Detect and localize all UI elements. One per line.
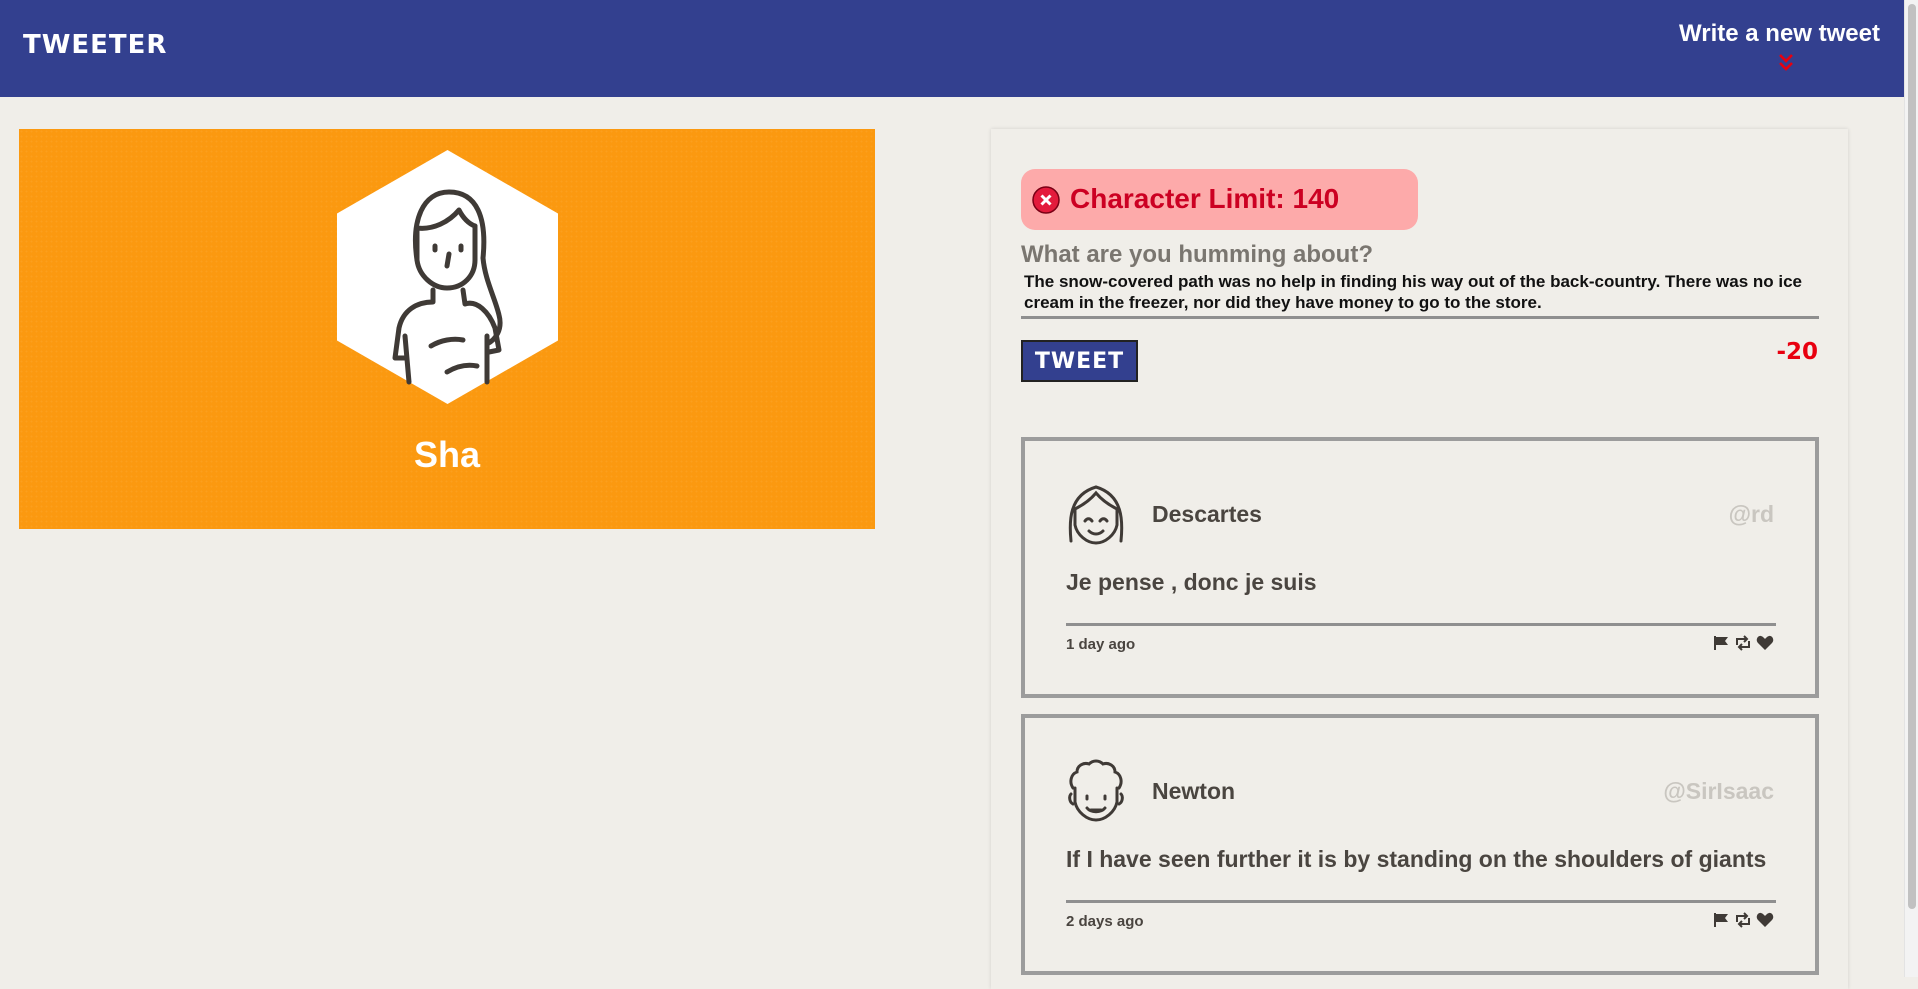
feed-panel: Character Limit: 140 What are you hummin… — [991, 129, 1848, 989]
flag-icon[interactable] — [1712, 912, 1730, 928]
error-x-icon — [1032, 186, 1060, 214]
retweet-icon[interactable] — [1734, 635, 1752, 651]
error-message: Character Limit: 140 — [1070, 183, 1340, 214]
tweet-author-handle[interactable]: @rd — [1729, 501, 1774, 528]
tweet-card: Descartes @rd Je pense , donc je suis 1 … — [1021, 437, 1819, 698]
tweet-content: Je pense , donc je suis — [1066, 569, 1317, 595]
page-scrollbar[interactable] — [1904, 0, 1918, 977]
tweet-author-handle[interactable]: @SirIsaac — [1663, 778, 1774, 805]
retweet-icon[interactable] — [1734, 912, 1752, 928]
tweet-button[interactable]: TWEET — [1021, 340, 1138, 382]
brand-logo[interactable]: TWEETER — [23, 30, 167, 60]
scrollbar-thumb[interactable] — [1908, 4, 1916, 909]
tweet-actions — [1712, 912, 1774, 928]
character-counter: -20 — [1776, 339, 1818, 365]
heart-icon[interactable] — [1756, 912, 1774, 928]
tweet-text-input[interactable] — [1021, 271, 1819, 319]
tweet-content: If I have seen further it is by standing… — [1066, 846, 1767, 872]
compose-prompt: What are you humming about? — [1021, 241, 1373, 268]
curly-hair-face-icon — [1068, 759, 1124, 822]
bob-hair-face-icon — [1068, 485, 1124, 545]
top-nav: TWEETER Write a new tweet — [0, 0, 1904, 97]
flag-icon[interactable] — [1712, 635, 1730, 651]
double-chevron-down-icon[interactable] — [1778, 52, 1794, 72]
tweet-divider — [1066, 623, 1776, 626]
tweet-card: Newton @SirIsaac If I have seen further … — [1021, 714, 1819, 975]
heart-icon[interactable] — [1756, 635, 1774, 651]
character-limit-error: Character Limit: 140 — [1021, 169, 1418, 230]
profile-avatar — [337, 150, 558, 404]
tweet-timestamp: 1 day ago — [1066, 636, 1136, 653]
write-new-tweet-label[interactable]: Write a new tweet — [1640, 20, 1880, 48]
tweet-timestamp: 2 days ago — [1066, 913, 1144, 930]
tweet-author-name[interactable]: Newton — [1152, 778, 1235, 805]
profile-name: Sha — [413, 434, 481, 475]
tweet-author-name[interactable]: Descartes — [1152, 501, 1262, 528]
tweet-divider — [1066, 900, 1776, 903]
profile-header: Sha — [19, 129, 875, 529]
write-new-tweet-toggle[interactable]: Write a new tweet — [1640, 20, 1880, 71]
tweet-actions — [1712, 635, 1774, 651]
